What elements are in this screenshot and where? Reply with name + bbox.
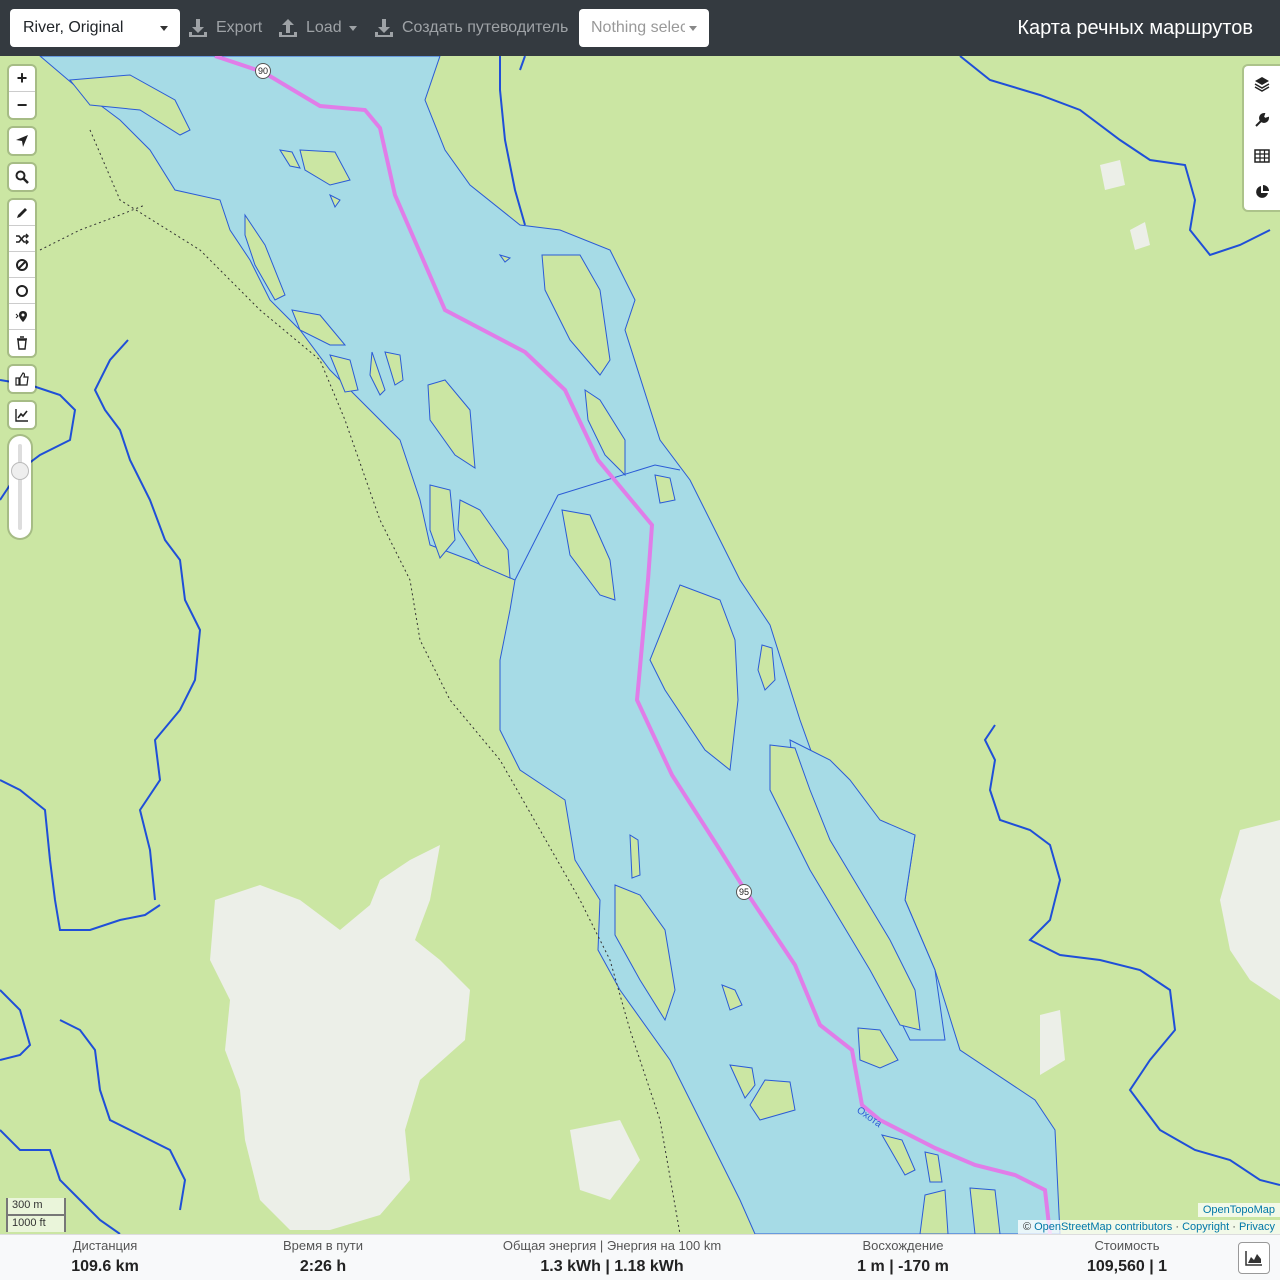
poi-button[interactable]	[9, 304, 35, 330]
map-canvas[interactable]: 90 95 Охота + − 300 m 1000 ft OpenTopoMa…	[0, 56, 1280, 1234]
zoom-slider-handle[interactable]	[11, 462, 29, 480]
toggle-elevation-button[interactable]	[1238, 1242, 1270, 1274]
app-title: Карта речных маршрутов	[1017, 17, 1253, 39]
zoom-slider-track	[18, 444, 22, 530]
search-control	[9, 164, 35, 190]
elevation-control	[9, 402, 35, 428]
energy-label: Общая энергия | Энергия на 100 km	[502, 1238, 722, 1253]
upload-icon	[279, 19, 297, 37]
time-value: 2:26 h	[299, 1258, 347, 1275]
scale-bar: 300 m 1000 ft	[6, 1198, 66, 1232]
pencil-icon	[17, 207, 27, 218]
map-pin-icon	[15, 310, 27, 322]
map-tiles	[0, 56, 1280, 1234]
export-label: Export	[216, 19, 263, 36]
load-button[interactable]: Load	[278, 0, 357, 56]
route-select[interactable]: Nothing selected	[579, 9, 709, 47]
chevron-down-icon	[348, 25, 357, 31]
ascent-stat: Восхождение 1 m | -170 m	[843, 1238, 963, 1276]
area-chart-icon	[1245, 1251, 1262, 1266]
wrench-icon	[1255, 112, 1270, 127]
route-stats-bar: Дистанция 109.6 km Время в пути 2:26 h О…	[0, 1234, 1280, 1280]
privacy-link[interactable]: Privacy	[1239, 1221, 1275, 1233]
energy-stat: Общая энергия | Энергия на 100 km 1.3 kW…	[497, 1238, 727, 1276]
copyright-link[interactable]: Copyright	[1182, 1221, 1229, 1233]
shuffle-icon	[16, 233, 29, 244]
profile-select-value: River, Original	[23, 19, 124, 36]
shuffle-button[interactable]	[9, 226, 35, 252]
layers-button[interactable]	[1244, 66, 1280, 102]
profile-select[interactable]: River, Original	[10, 9, 180, 47]
circle-button[interactable]	[9, 278, 35, 304]
chevron-down-icon	[689, 26, 697, 31]
thumbs-up-icon	[15, 372, 29, 386]
elevation-chart-button[interactable]	[9, 402, 35, 428]
zoom-out-button[interactable]: −	[9, 92, 35, 118]
circle-icon	[16, 284, 28, 297]
search-button[interactable]	[9, 164, 35, 190]
load-label: Load	[306, 19, 342, 36]
route-marker: 90	[255, 63, 271, 79]
cost-value: 109,560 | 1	[1086, 1258, 1168, 1275]
ascent-label: Восхождение	[862, 1238, 944, 1253]
zoom-slider[interactable]	[9, 436, 31, 538]
trash-icon	[17, 336, 27, 350]
create-guide-button[interactable]: Создать путеводитель	[374, 0, 568, 56]
osm-link[interactable]: OpenStreetMap contributors	[1034, 1221, 1172, 1233]
ban-icon	[16, 258, 28, 271]
analysis-button[interactable]	[1244, 174, 1280, 210]
table-button[interactable]	[1244, 138, 1280, 174]
pie-chart-icon	[1256, 185, 1269, 198]
locate-button[interactable]	[9, 128, 35, 154]
chevron-down-icon	[160, 26, 168, 31]
download-icon	[189, 19, 207, 37]
search-icon	[15, 170, 29, 184]
export-button[interactable]: Export	[188, 0, 262, 56]
cost-stat: Стоимость 109,560 | 1	[1072, 1238, 1182, 1276]
tools-button[interactable]	[1244, 102, 1280, 138]
locate-control	[9, 128, 35, 154]
location-arrow-icon	[16, 135, 28, 147]
draw-toolbar	[9, 200, 35, 356]
no-go-area-button[interactable]	[9, 252, 35, 278]
distance-stat: Дистанция 109.6 km	[55, 1238, 155, 1276]
time-label: Время в пути	[283, 1238, 363, 1253]
layers-icon	[1254, 77, 1270, 92]
tiles-attribution[interactable]: OpenTopoMap	[1197, 1203, 1280, 1217]
zoom-control: + −	[9, 66, 35, 118]
delete-button[interactable]	[9, 330, 35, 356]
energy-value: 1.3 kWh | 1.18 kWh	[540, 1258, 684, 1275]
scale-imperial: 1000 ft	[6, 1214, 66, 1232]
time-stat: Время в пути 2:26 h	[263, 1238, 383, 1276]
route-select-value: Nothing selected	[591, 19, 685, 36]
download-icon	[375, 19, 393, 37]
cost-label: Стоимость	[1094, 1238, 1160, 1253]
distance-label: Дистанция	[72, 1238, 138, 1253]
draw-route-button[interactable]	[9, 200, 35, 226]
thumbs-control	[9, 366, 35, 392]
map-attribution: © OpenStreetMap contributors · Copyright…	[1017, 1220, 1280, 1234]
distance-value: 109.6 km	[71, 1258, 139, 1275]
top-navbar: River, Original Export Load Создать путе…	[0, 0, 1280, 56]
right-toolbar	[1244, 66, 1280, 210]
create-guide-label: Создать путеводитель	[402, 19, 569, 36]
ascent-value: 1 m | -170 m	[857, 1258, 949, 1275]
route-marker: 95	[736, 884, 752, 900]
line-chart-icon	[15, 409, 28, 422]
zoom-in-button[interactable]: +	[9, 66, 35, 92]
thumbs-up-button[interactable]	[9, 366, 35, 392]
table-icon	[1254, 149, 1270, 163]
